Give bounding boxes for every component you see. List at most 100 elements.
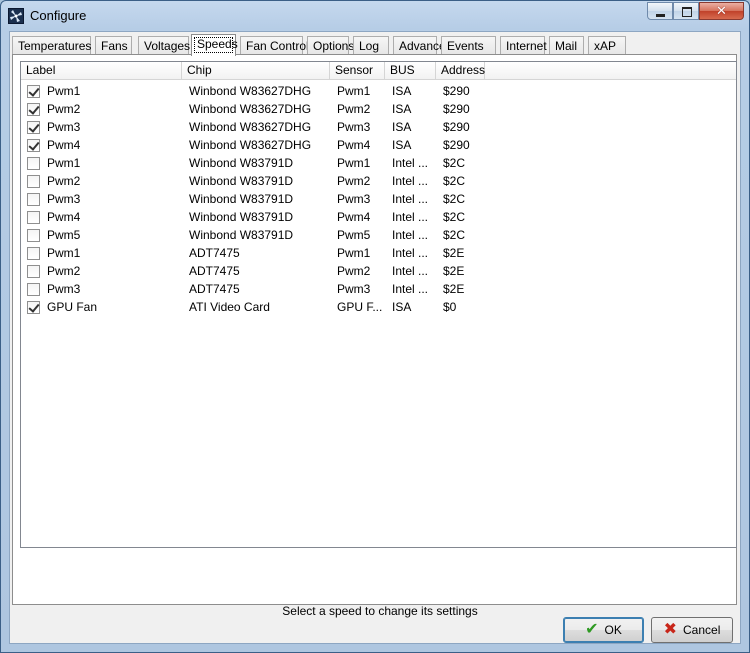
cell-chip: ADT7475: [189, 264, 240, 278]
cell-address: $290: [443, 120, 470, 134]
table-row[interactable]: Pwm3 Winbond W83791D Pwm3 Intel ... $2C: [21, 190, 736, 208]
cell-chip: Winbond W83791D: [189, 210, 294, 224]
table-row[interactable]: Pwm3 Winbond W83627DHG Pwm3 ISA $290: [21, 118, 736, 136]
cell-bus: Intel ...: [392, 156, 429, 170]
cell-address: $0: [443, 300, 457, 314]
cell-sensor: Pwm3: [337, 192, 371, 206]
column-header-filler: [485, 62, 736, 80]
tab-internet[interactable]: Internet: [500, 36, 547, 55]
cell-bus: Intel ...: [392, 282, 429, 296]
close-button[interactable]: ✕: [699, 2, 744, 20]
tab-log[interactable]: Log: [353, 36, 389, 55]
speedfan-icon: [8, 8, 24, 24]
window-title: Configure: [30, 8, 87, 23]
tab-voltages[interactable]: Voltages: [138, 36, 190, 55]
checkmark-icon: ✔: [585, 621, 599, 638]
table-row[interactable]: Pwm2 ADT7475 Pwm2 Intel ... $2E: [21, 262, 736, 280]
cell-chip: Winbond W83627DHG: [189, 102, 312, 116]
cell-address: $2C: [443, 156, 466, 170]
maximize-icon: [682, 7, 692, 17]
cell-bus: Intel ...: [392, 174, 429, 188]
minimize-icon: [656, 14, 665, 17]
ok-button[interactable]: ✔ OK: [563, 617, 644, 643]
row-checkbox[interactable]: [27, 210, 40, 224]
cell-label: Pwm1: [21, 82, 182, 100]
cell-chip: ADT7475: [189, 282, 240, 296]
row-checkbox[interactable]: [27, 282, 40, 296]
row-checkbox[interactable]: [27, 264, 40, 278]
cell-bus: Intel ...: [392, 246, 429, 260]
row-label-text: GPU Fan: [47, 300, 98, 314]
row-checkbox[interactable]: [27, 246, 40, 260]
table-row[interactable]: GPU Fan ATI Video Card GPU F... ISA $0: [21, 298, 736, 316]
table-row[interactable]: Pwm4 Winbond W83791D Pwm4 Intel ... $2C: [21, 208, 736, 226]
table-row[interactable]: Pwm2 Winbond W83791D Pwm2 Intel ... $2C: [21, 172, 736, 190]
table-row[interactable]: Pwm3 ADT7475 Pwm3 Intel ... $2E: [21, 280, 736, 298]
title-bar[interactable]: Configure ✕: [1, 1, 749, 31]
row-label-text: Pwm3: [47, 192, 81, 206]
row-checkbox[interactable]: [27, 84, 40, 98]
cell-address: $290: [443, 138, 470, 152]
tab-events[interactable]: Events: [441, 36, 496, 55]
tab-advanced[interactable]: Advanced: [393, 36, 452, 55]
tab-mail[interactable]: Mail: [549, 36, 584, 55]
tab-xap[interactable]: xAP: [588, 36, 626, 55]
row-label-text: Pwm2: [47, 174, 81, 188]
minimize-button[interactable]: [647, 2, 673, 20]
column-header-label[interactable]: Label: [21, 62, 182, 80]
cell-label: Pwm2: [21, 262, 182, 280]
cell-bus: Intel ...: [392, 264, 429, 278]
row-checkbox[interactable]: [27, 192, 40, 206]
column-header-sensor[interactable]: Sensor: [330, 62, 385, 80]
cell-label: Pwm2: [21, 100, 182, 118]
cell-label: Pwm4: [21, 208, 182, 226]
cell-label: Pwm3: [21, 280, 182, 298]
row-checkbox[interactable]: [27, 228, 40, 242]
row-checkbox[interactable]: [27, 102, 40, 116]
cell-address: $2C: [443, 228, 466, 242]
table-row[interactable]: Pwm1 Winbond W83791D Pwm1 Intel ... $2C: [21, 154, 736, 172]
row-checkbox[interactable]: [27, 156, 40, 170]
tab-temperatures[interactable]: Temperatures: [12, 36, 91, 55]
cell-chip: Winbond W83791D: [189, 174, 294, 188]
column-header-address[interactable]: Address: [436, 62, 485, 80]
cell-label: GPU Fan: [21, 298, 182, 316]
row-label-text: Pwm2: [47, 264, 81, 278]
row-checkbox[interactable]: [27, 138, 40, 152]
cell-label: Pwm1: [21, 244, 182, 262]
cell-sensor: GPU F...: [337, 300, 383, 314]
cell-label: Pwm2: [21, 172, 182, 190]
row-label-text: Pwm3: [47, 120, 81, 134]
cell-label: Pwm3: [21, 118, 182, 136]
column-header-bus[interactable]: BUS: [385, 62, 436, 80]
table-row[interactable]: Pwm1 ADT7475 Pwm1 Intel ... $2E: [21, 244, 736, 262]
row-label-text: Pwm1: [47, 84, 81, 98]
table-row[interactable]: Pwm4 Winbond W83627DHG Pwm4 ISA $290: [21, 136, 736, 154]
table-row[interactable]: Pwm1 Winbond W83627DHG Pwm1 ISA $290: [21, 82, 736, 100]
tab-fan-control[interactable]: Fan Control: [240, 36, 309, 55]
row-checkbox[interactable]: [27, 174, 40, 188]
cell-chip: Winbond W83791D: [189, 192, 294, 206]
tab-speeds[interactable]: Speeds: [191, 34, 238, 56]
table-row[interactable]: Pwm5 Winbond W83791D Pwm5 Intel ... $2C: [21, 226, 736, 244]
cancel-button[interactable]: ✖ Cancel: [651, 617, 733, 643]
row-label-text: Pwm5: [47, 228, 81, 242]
status-text: Select a speed to change its settings: [282, 604, 478, 618]
configure-window: Configure ✕ Temperatures Fans Voltages Spee…: [0, 0, 750, 653]
table-row[interactable]: Pwm2 Winbond W83627DHG Pwm2 ISA $290: [21, 100, 736, 118]
maximize-button[interactable]: [673, 2, 699, 20]
cell-chip: Winbond W83791D: [189, 156, 294, 170]
tab-options[interactable]: Options: [307, 36, 354, 55]
cell-bus: ISA: [392, 84, 412, 98]
column-header-chip[interactable]: Chip: [182, 62, 330, 80]
x-icon: ✖: [663, 621, 678, 638]
cell-address: $2C: [443, 192, 466, 206]
row-checkbox[interactable]: [27, 300, 40, 314]
ok-button-label: OK: [604, 623, 622, 637]
row-label-text: Pwm4: [47, 210, 81, 224]
cell-label: Pwm3: [21, 190, 182, 208]
cell-chip: Winbond W83627DHG: [189, 138, 312, 152]
tab-fans[interactable]: Fans: [95, 36, 132, 55]
speeds-listview[interactable]: Label Chip Sensor BUS Address Pwm1 Winbond W8…: [20, 61, 737, 548]
row-checkbox[interactable]: [27, 120, 40, 134]
